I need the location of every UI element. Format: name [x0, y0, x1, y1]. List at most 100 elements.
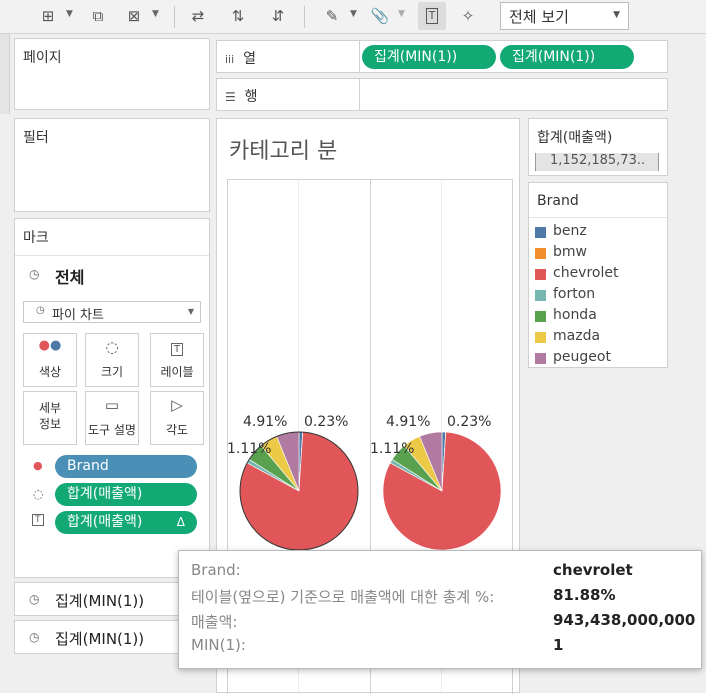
shelf-divider [359, 79, 360, 110]
tooltip-value-brand: chevrolet [553, 561, 633, 579]
legend-label: bmw [553, 244, 587, 260]
columns-icon: iii [225, 53, 235, 66]
tooltip-value-min: 1 [553, 636, 564, 654]
duplicate-icon[interactable]: ⧉ [86, 4, 110, 28]
sum-range-bar[interactable]: 1,152,185,73.. [535, 153, 659, 171]
tooltip-button[interactable]: ▭ 도구 설명 [85, 391, 139, 445]
brand-legend: Brand benz bmw chevrolet forton honda mazda pe… [528, 182, 668, 368]
tooltip-label-percent: 테이블(옆으로) 기준으로 매출액에 대한 총계 %: [191, 588, 495, 606]
rows-shelf[interactable]: ☰ 행 [216, 78, 668, 111]
chevron-down-icon[interactable]: ▼ [350, 9, 357, 19]
chevron-down-icon: ▼ [187, 307, 194, 316]
sort-descending-icon[interactable]: ⇵ [266, 4, 290, 28]
side-strip [0, 34, 10, 114]
legend-label: peugeot [553, 349, 611, 365]
toolbar: ⊞ ▼ ⧉ ⊠ ▼ ⇄ ⇅ ⇵ ✎ ▼ 📎 ▼ T ✧ 전체 보기 ▼ [0, 0, 706, 34]
clock-icon: ◷ [36, 305, 45, 316]
pin-icon[interactable]: ✧ [456, 4, 480, 28]
color-label: 색상 [38, 365, 62, 379]
tooltip: Brand: chevrolet 테이블(옆으로) 기준으로 매출액에 대한 총… [178, 550, 702, 669]
sum-card: 합계(매출액) 1,152,185,73.. [528, 118, 668, 176]
detail-label-2: 정보 [38, 417, 62, 431]
size-button[interactable]: ◌ 크기 [85, 333, 139, 387]
tooltip-label: 도구 설명 [88, 423, 136, 437]
color-button[interactable]: ●● 색상 [23, 333, 77, 387]
clear-sheet-icon[interactable]: ⊠ [122, 4, 146, 28]
chevron-down-icon[interactable]: ▼ [66, 9, 73, 19]
legend-swatch [535, 311, 546, 322]
brand-pill[interactable]: Brand [55, 455, 197, 478]
columns-shelf[interactable]: iii 열 집계(MIN(1)) 집계(MIN(1)) [216, 40, 668, 73]
text-label-icon: T [32, 514, 44, 526]
mark-type-select[interactable]: ◷ 파이 차트 ▼ [23, 301, 201, 323]
marks-all-label[interactable]: 전체 [55, 264, 84, 288]
label-button[interactable]: T 레이블 [150, 333, 204, 387]
pie-label-forton: 1.11% [227, 441, 271, 457]
chevron-down-icon[interactable]: ▼ [398, 9, 405, 19]
divider [15, 255, 209, 256]
legend-swatch [535, 248, 546, 259]
legend-label: benz [553, 223, 587, 239]
clock-icon: ◷ [29, 267, 40, 281]
size-icon: ◌ [105, 338, 119, 356]
view-select-value: 전체 보기 [509, 8, 569, 26]
tooltip-label-min: MIN(1): [191, 636, 246, 654]
chevron-down-icon[interactable]: ▼ [152, 9, 159, 19]
swap-icon[interactable]: ⇄ [186, 4, 210, 28]
pie-label-benz: 0.23% [447, 414, 491, 430]
pie-label-forton: 1.11% [370, 441, 414, 457]
filters-card[interactable]: 필터 [14, 118, 210, 212]
tooltip-value-sales: 943,438,000,000 [553, 611, 696, 629]
column-pill-2[interactable]: 집계(MIN(1)) [500, 45, 634, 69]
pages-card[interactable]: 페이지 [14, 38, 210, 110]
color-dots-icon: ● [33, 459, 43, 472]
legend-label: mazda [553, 328, 601, 344]
columns-label: iii 열 [225, 51, 256, 67]
chevron-down-icon: ▼ [613, 10, 620, 20]
toolbar-divider [174, 6, 175, 28]
legend-swatch [535, 353, 546, 364]
sales-label-pill-text: 합계(매출액) [67, 514, 143, 530]
paperclip-icon[interactable]: 📎 [368, 4, 392, 28]
marks-title: 마크 [23, 230, 49, 246]
text-label-icon: T [151, 338, 203, 356]
size-icon: ◌ [33, 487, 44, 501]
min-card-label: 집계(MIN(1)) [55, 630, 145, 648]
legend-swatch [535, 332, 546, 343]
toolbar-divider [304, 6, 305, 28]
legend-label: forton [553, 286, 596, 302]
legend-title: Brand [537, 193, 579, 209]
color-dots-icon: ●● [38, 338, 62, 353]
column-pill-1[interactable]: 집계(MIN(1)) [362, 45, 496, 69]
detail-label-1: 세부 [38, 401, 62, 415]
legend-label: chevrolet [553, 265, 619, 281]
clock-icon: ◷ [29, 630, 40, 644]
rows-icon: ☰ [225, 90, 236, 104]
angle-button[interactable]: ▷ 각도 [150, 391, 204, 445]
tooltip-value-percent: 81.88% [553, 586, 616, 604]
legend-swatch [535, 290, 546, 301]
sales-label-pill[interactable]: 합계(매출액) Δ [55, 511, 197, 534]
sales-size-pill[interactable]: 합계(매출액) [55, 483, 197, 506]
size-label: 크기 [100, 365, 124, 379]
label-label: 레이블 [160, 365, 194, 379]
tooltip-label-brand: Brand: [191, 561, 241, 579]
sum-value: 1,152,185,73.. [550, 153, 646, 168]
marks-card: 마크 ◷ 전체 ◷ 파이 차트 ▼ ●● 색상 ◌ 크기 T 레이블 세부 정보… [14, 218, 210, 578]
angle-icon: ▷ [171, 396, 183, 414]
text-label-icon[interactable]: T [418, 2, 446, 30]
view-select[interactable]: 전체 보기 ▼ [500, 2, 629, 30]
detail-button[interactable]: 세부 정보 [23, 391, 77, 445]
divider [529, 217, 667, 218]
filters-title: 필터 [23, 130, 49, 146]
add-row-icon[interactable]: ⊞ [36, 4, 60, 28]
pie-label-mazda: 4.91% [386, 414, 430, 430]
legend-label: honda [553, 307, 597, 323]
highlight-pen-icon[interactable]: ✎ [320, 4, 344, 28]
delta-icon: Δ [176, 515, 185, 529]
pages-title: 페이지 [23, 50, 62, 66]
pie-label-benz: 0.23% [304, 414, 348, 430]
sort-ascending-icon[interactable]: ⇅ [226, 4, 250, 28]
angle-label: 각도 [165, 423, 189, 437]
min-card-label: 집계(MIN(1)) [55, 592, 145, 610]
